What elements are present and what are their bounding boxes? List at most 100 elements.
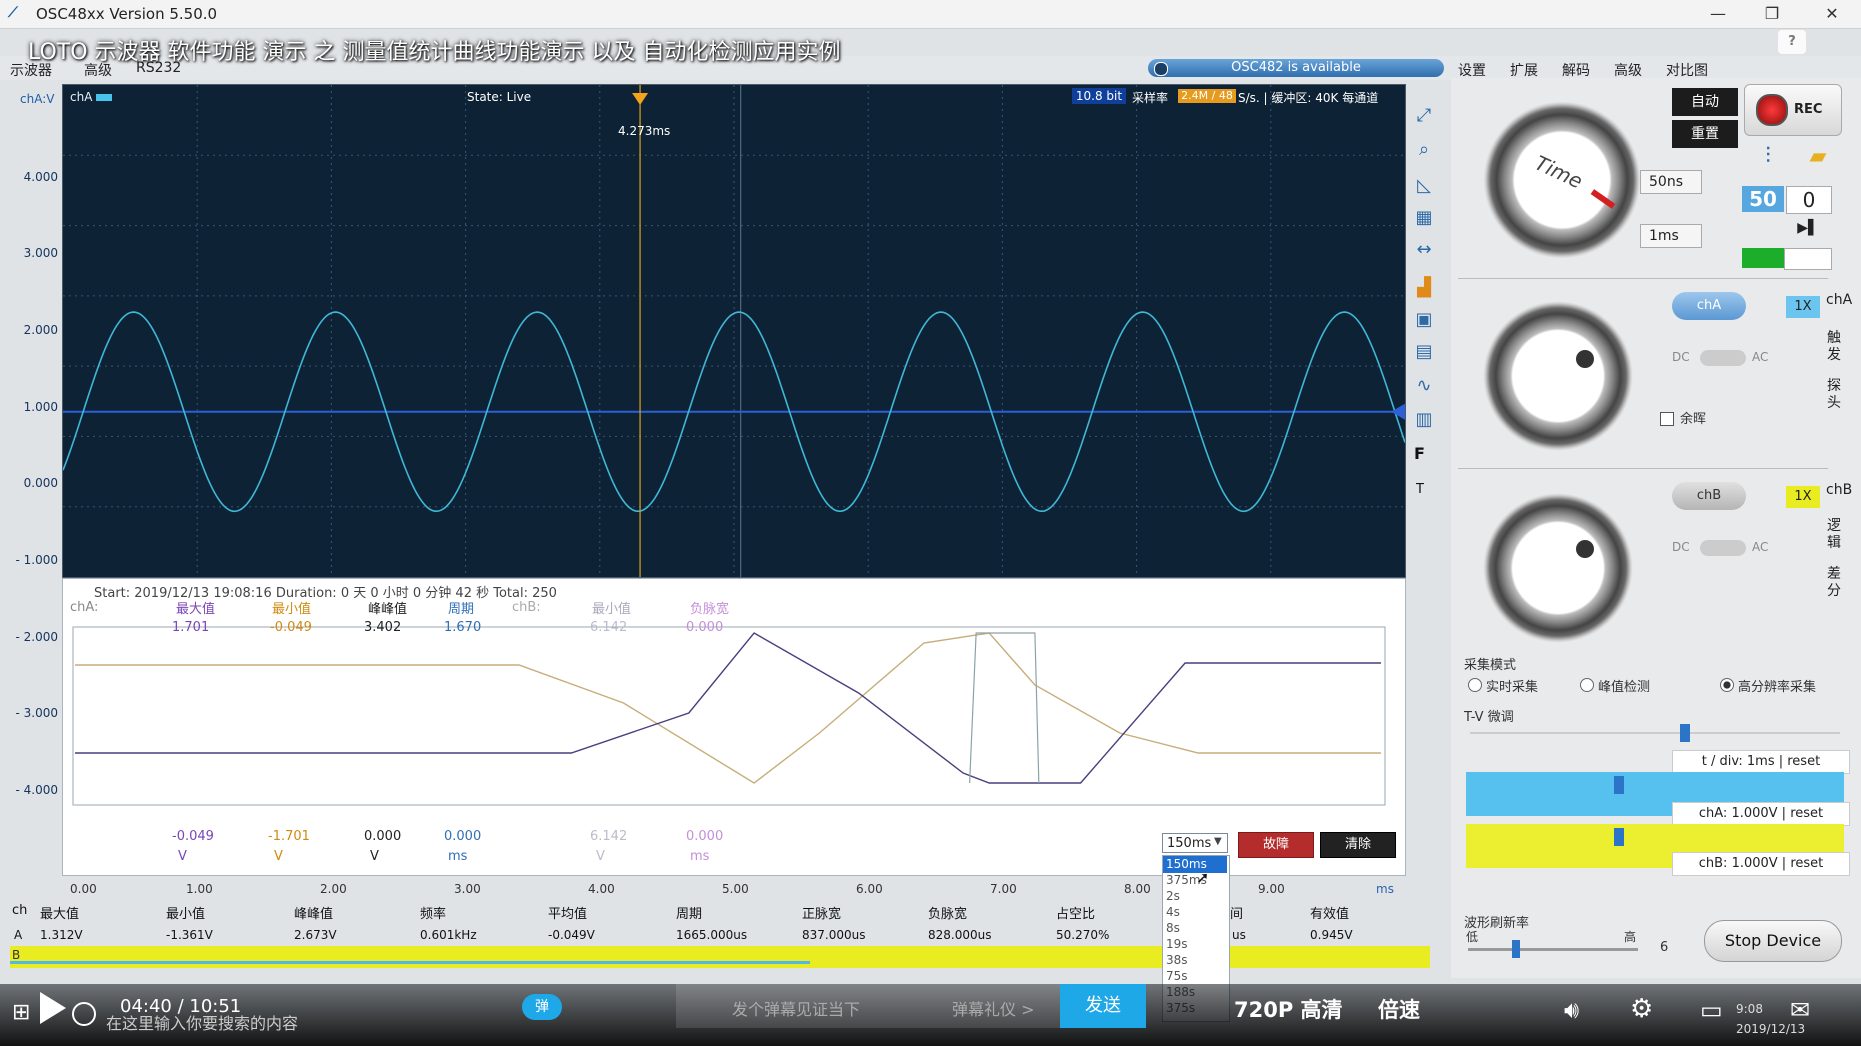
stats-unit: ms [448,849,468,864]
y-tick: - 2.000 [15,630,59,644]
mixer-icon[interactable]: ⫶ [1752,144,1784,174]
x-tick: 1.00 [186,882,213,896]
tab-compare[interactable]: 对比图 [1666,60,1708,80]
settings-gear-icon[interactable]: ⚙ [1630,994,1653,1024]
refresh-slider-thumb[interactable] [1512,940,1520,958]
danmaku-etiquette-link[interactable]: 弹幕礼仪 > [952,996,1035,1020]
tab-decode[interactable]: 解码 [1562,60,1590,80]
side-tab-logic[interactable]: 逻辑 [1826,518,1842,552]
range-option[interactable]: 19s [1166,937,1188,951]
range-option[interactable]: 75s [1166,969,1188,983]
range-option[interactable]: 38s [1166,953,1188,967]
notifications-icon[interactable]: ✉ [1790,996,1810,1024]
t-marker[interactable]: T [1416,482,1424,497]
clear-button[interactable]: 清除 [1320,832,1396,858]
radio-realtime-label: 实时采集 [1486,680,1539,695]
tdiv-slider-thumb[interactable] [1680,724,1690,742]
side-tab-trigger[interactable]: 触发 [1826,330,1842,364]
channel-a-label: chA [70,90,93,104]
tab-extend[interactable]: 扩展 [1510,60,1538,80]
danmaku-toggle[interactable]: 弹 [522,994,562,1020]
table-icon[interactable]: ▥ [1409,406,1439,434]
tab-advanced[interactable]: 高级 [1614,60,1642,80]
f-marker[interactable]: F [1414,444,1425,463]
trigger-level-right[interactable]: 0 [1786,186,1832,214]
grid-cursor-icon[interactable]: ▦ [1409,204,1439,232]
chb-slider-thumb[interactable] [1614,828,1624,846]
play-icon[interactable] [40,992,66,1024]
y-axis-unit: chA:V [20,92,55,106]
speed-button[interactable]: 倍速 [1378,994,1420,1024]
time-select-1[interactable]: 50ns [1640,170,1702,194]
channel-b-probe-x[interactable]: 1X [1786,486,1820,508]
taskbar-search-input[interactable]: 在这里输入你要搜索的内容 [106,1010,298,1034]
trigger-level-left[interactable]: 50 [1742,186,1784,212]
play-step-icon[interactable]: ▶▌ [1786,220,1830,242]
afterglow-checkbox[interactable] [1660,412,1674,426]
range-option[interactable]: 2s [1166,889,1180,903]
quality-button[interactable]: 720P 高清 [1234,994,1343,1024]
ruler-icon[interactable]: ◺ [1409,172,1439,200]
measure-width-icon[interactable]: ↔ [1409,236,1439,264]
radio-realtime[interactable] [1468,678,1482,692]
volume-icon[interactable]: 🔊︎ [1564,996,1579,1024]
send-danmaku-button[interactable]: 发送 [1060,984,1146,1028]
channel-a-coupling-switch[interactable] [1700,350,1746,366]
channel-b-coupling-switch[interactable] [1700,540,1746,556]
save-icon[interactable]: ▣ [1409,306,1439,334]
stats-top-max: 1.701 [172,620,210,635]
tab-settings[interactable]: 设置 [1458,60,1486,80]
maximize-button[interactable]: ❐ [1752,2,1792,26]
zoom-icon[interactable]: ⌕ [1409,136,1439,164]
channel-a-toggle[interactable]: chA [1672,292,1746,320]
fullscreen-icon[interactable]: ▭ [1700,996,1723,1024]
x-tick: 8.00 [1124,882,1151,896]
side-tab-diff[interactable]: 差分 [1826,566,1842,600]
waveform-display[interactable] [62,84,1406,578]
range-option[interactable]: 8s [1166,921,1180,935]
window-title: OSC48xx Version 5.50.0 [36,5,218,23]
range-option[interactable]: 4s [1166,905,1180,919]
help-icon[interactable]: ? [1778,30,1806,54]
search-circle-icon[interactable] [72,1002,96,1026]
waveform-icon[interactable]: ∿ [1409,372,1439,400]
measure-rms: 0.945V [1310,928,1353,942]
image-icon[interactable]: ▤ [1409,338,1439,366]
channel-b-volt-knob[interactable] [1478,488,1638,648]
side-tab-probe[interactable]: 探头 [1826,378,1842,412]
refresh-slider-track [1468,948,1638,951]
measure-header-avg: 平均值 [548,907,588,922]
fit-screen-icon[interactable]: ⤢ [1409,102,1439,130]
radio-hires[interactable] [1720,678,1734,692]
afterglow-label: 余晖 [1680,412,1707,427]
stats-top-chb-min: 6.142 [590,620,628,635]
channel-a-ac-label: AC [1752,350,1769,364]
sample-rate-label: 采样率 [1132,91,1169,105]
minimize-button[interactable]: — [1698,2,1738,26]
y-tick: 0.000 [23,476,58,490]
channel-a-volt-knob[interactable] [1478,296,1638,456]
y-tick: 4.000 [23,170,58,184]
measure-header-period: 周期 [676,907,703,922]
channel-b-toggle[interactable]: chB [1672,482,1746,510]
cha-volt-reset[interactable]: chA: 1.000V | reset [1672,802,1850,826]
close-button[interactable]: ✕ [1812,2,1852,26]
fault-button[interactable]: 故障 [1238,832,1314,858]
stats-bottom-neg-width: 0.000 [686,829,724,844]
histogram-icon[interactable]: ▟ [1409,274,1439,302]
channel-a-probe-x[interactable]: 1X [1786,296,1820,318]
radio-peak[interactable] [1580,678,1594,692]
device-status-bar: OSC482 is available [1148,59,1444,77]
side-tab-cha[interactable]: chA [1826,292,1852,309]
chb-volt-reset[interactable]: chB: 1.000V | reset [1672,852,1850,876]
windows-start-icon[interactable]: ⊞ [12,1000,30,1025]
side-tab-chb[interactable]: chB [1826,482,1852,499]
tdiv-reset[interactable]: t / div: 1ms | reset [1672,750,1850,774]
folder-icon[interactable]: ▰ [1800,144,1836,174]
stop-device-button[interactable]: Stop Device [1704,920,1842,962]
reset-button[interactable]: 重置 [1672,120,1738,148]
stats-top-pp: 3.402 [364,620,402,635]
auto-button[interactable]: 自动 [1672,88,1738,116]
cha-slider-thumb[interactable] [1614,776,1624,794]
time-select-2[interactable]: 1ms [1640,224,1702,248]
